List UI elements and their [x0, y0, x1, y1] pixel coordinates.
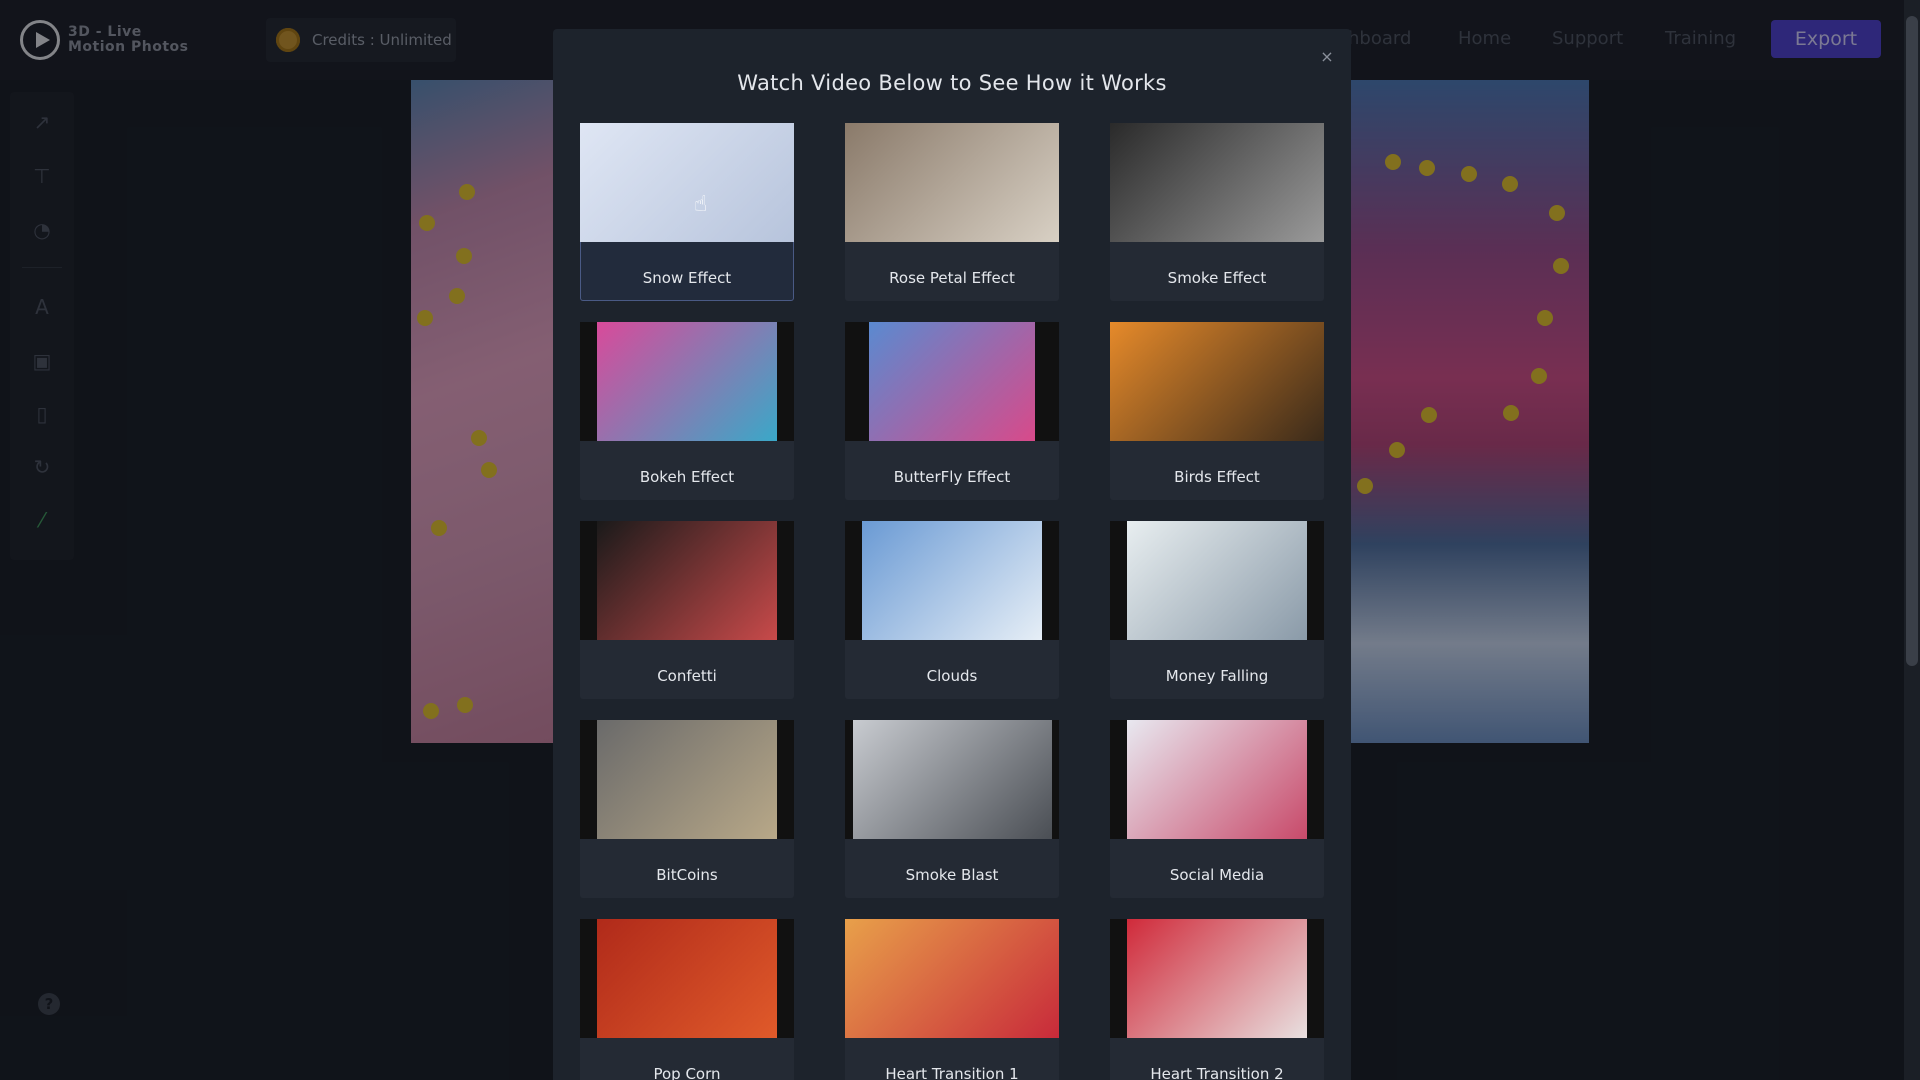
effect-label: Social Media	[1169, 866, 1265, 884]
effect-card[interactable]: Heart Transition 1	[845, 919, 1059, 1080]
effect-card[interactable]: Smoke Blast	[845, 720, 1059, 898]
effect-label: Snow Effect	[642, 269, 732, 287]
effect-label: Rose Petal Effect	[889, 269, 1015, 287]
effect-preview-image	[1110, 322, 1324, 441]
effects-modal: Watch Video Below to See How it Works × …	[553, 29, 1351, 1080]
effect-preview-image	[597, 521, 777, 640]
effect-card[interactable]: Birds Effect	[1110, 322, 1324, 500]
effect-card[interactable]: Clouds	[845, 521, 1059, 699]
effect-card[interactable]: Social Media	[1110, 720, 1324, 898]
effect-card[interactable]: Snow Effect	[580, 123, 794, 301]
effect-card[interactable]: Money Falling	[1110, 521, 1324, 699]
hand-cursor-icon: ☝	[694, 192, 708, 217]
effect-label: Pop Corn	[653, 1065, 721, 1080]
effect-preview-image	[597, 919, 777, 1038]
effect-label: Heart Transition 2	[1150, 1065, 1284, 1080]
effect-card[interactable]: Heart Transition 2	[1110, 919, 1324, 1080]
scrollbar-thumb[interactable]	[1906, 16, 1918, 666]
modal-title: Watch Video Below to See How it Works	[737, 71, 1167, 95]
effect-label: Birds Effect	[1174, 468, 1260, 486]
effect-thumbnail[interactable]	[845, 521, 1059, 640]
effect-label: Confetti	[657, 667, 717, 685]
effect-thumbnail[interactable]	[1110, 720, 1324, 839]
effect-preview-image	[1110, 123, 1324, 242]
close-icon[interactable]: ×	[1319, 49, 1335, 65]
effect-thumbnail[interactable]	[1110, 322, 1324, 441]
effect-card[interactable]: Bokeh Effect	[580, 322, 794, 500]
effect-thumbnail[interactable]	[845, 123, 1059, 242]
effect-label: BitCoins	[656, 866, 718, 884]
effect-thumbnail[interactable]	[580, 322, 794, 441]
effect-label: ButterFly Effect	[893, 468, 1011, 486]
effect-label: Heart Transition 1	[885, 1065, 1019, 1080]
effect-label: Smoke Blast	[905, 866, 999, 884]
effect-label: Smoke Effect	[1167, 269, 1267, 287]
effect-thumbnail[interactable]	[1110, 123, 1324, 242]
effect-card[interactable]: Confetti	[580, 521, 794, 699]
effect-preview-image	[1127, 919, 1307, 1038]
effect-label: Money Falling	[1165, 667, 1269, 685]
effect-card[interactable]: ButterFly Effect	[845, 322, 1059, 500]
effect-preview-image	[580, 123, 794, 242]
effect-thumbnail[interactable]	[845, 720, 1059, 839]
effect-thumbnail[interactable]	[845, 919, 1059, 1038]
effect-preview-image	[862, 521, 1042, 640]
effect-preview-image	[597, 322, 777, 441]
effect-thumbnail[interactable]	[580, 123, 794, 242]
effect-card[interactable]: Rose Petal Effect	[845, 123, 1059, 301]
effect-preview-image	[1127, 521, 1307, 640]
effect-thumbnail[interactable]	[845, 322, 1059, 441]
effect-label: Bokeh Effect	[639, 468, 735, 486]
effect-preview-image	[852, 720, 1052, 839]
effect-card[interactable]: Smoke Effect	[1110, 123, 1324, 301]
effect-label: Clouds	[926, 667, 978, 685]
effect-preview-image	[1127, 720, 1307, 839]
effect-thumbnail[interactable]	[1110, 521, 1324, 640]
effect-thumbnail[interactable]	[580, 919, 794, 1038]
effect-card[interactable]: BitCoins	[580, 720, 794, 898]
effect-thumbnail[interactable]	[1110, 919, 1324, 1038]
effect-preview-image	[869, 322, 1035, 441]
effect-preview-image	[845, 123, 1059, 242]
effect-thumbnail[interactable]	[580, 720, 794, 839]
effect-card[interactable]: Pop Corn	[580, 919, 794, 1080]
effect-thumbnail[interactable]	[580, 521, 794, 640]
effect-preview-image	[845, 919, 1059, 1038]
effect-preview-image	[597, 720, 777, 839]
